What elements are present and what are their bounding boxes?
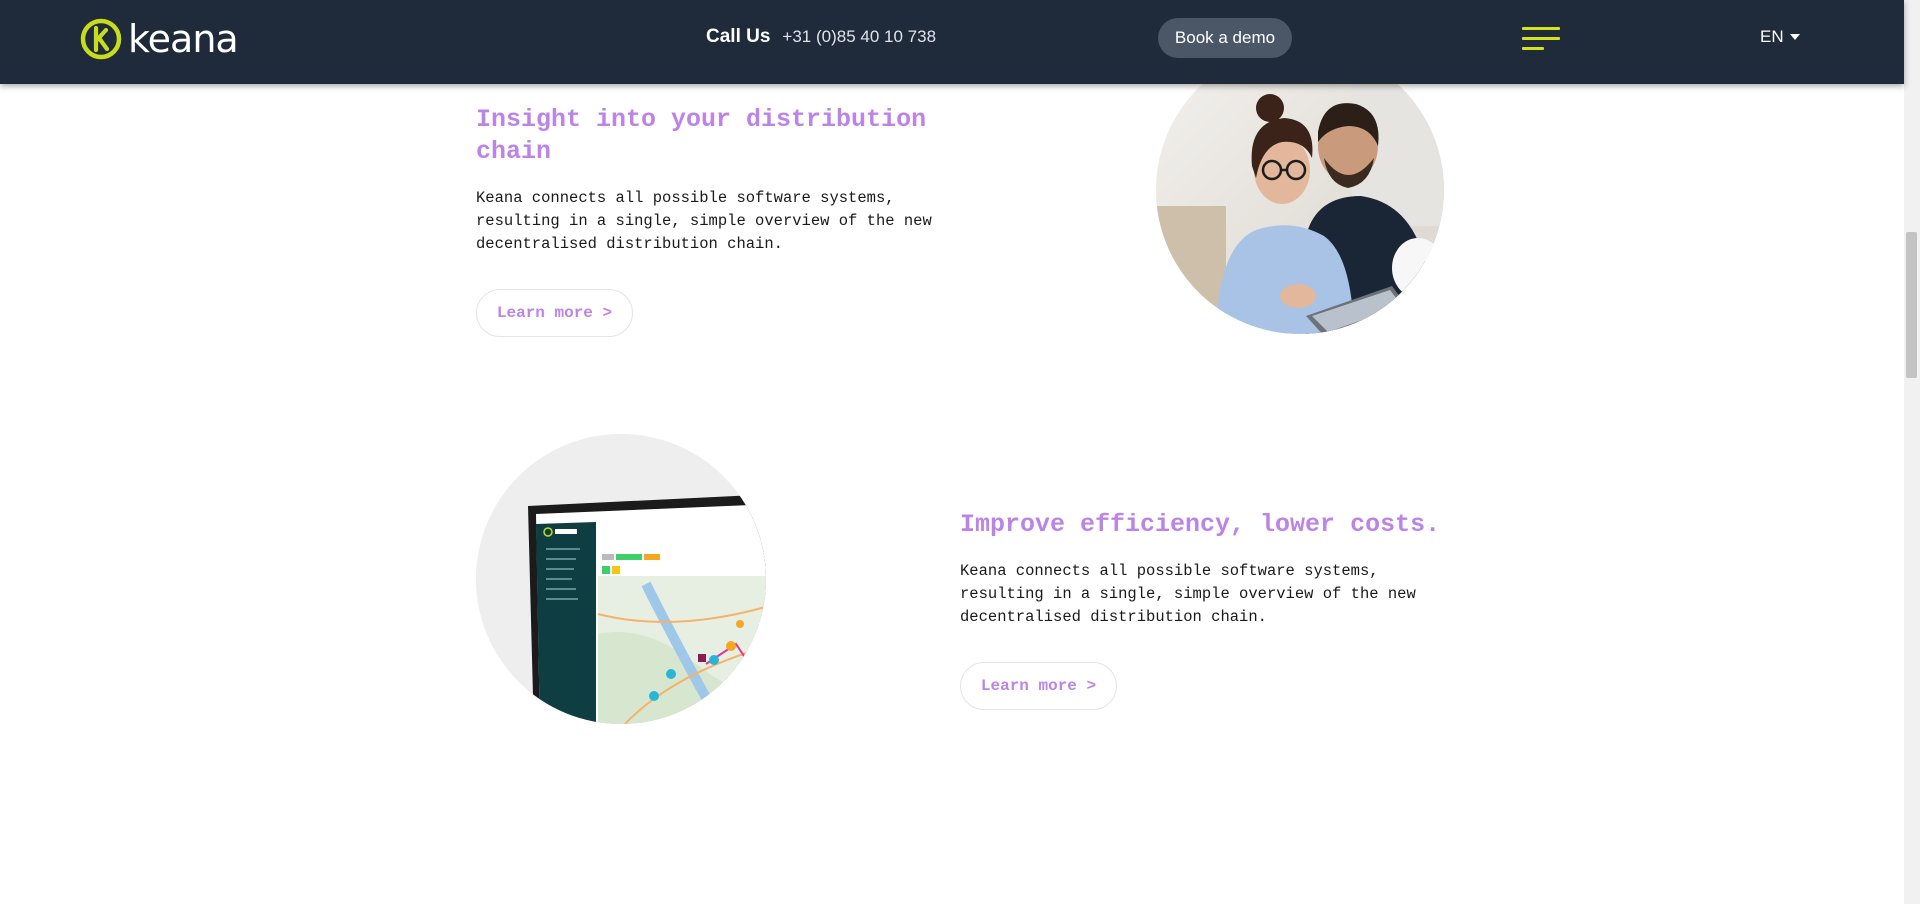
dashboard-laptop-image xyxy=(476,434,766,724)
language-selector[interactable]: EN xyxy=(1760,27,1800,47)
warehouse-staff-photo xyxy=(1156,46,1444,334)
keana-logo-mark-icon xyxy=(80,18,122,60)
site-header: keana Call Us +31 (0)85 40 10 738 Book a… xyxy=(0,0,1904,84)
keana-logo[interactable]: keana xyxy=(80,17,239,61)
chevron-down-icon xyxy=(1789,34,1800,40)
section-2-body: Keana connects all possible software sys… xyxy=(960,562,1416,626)
book-demo-button[interactable]: Book a demo xyxy=(1158,18,1292,58)
section-1-title: Insight into your distribution chain xyxy=(476,105,927,166)
hamburger-menu-icon xyxy=(1522,27,1560,50)
page-scrollbar-track[interactable] xyxy=(1904,0,1920,904)
page-scrollbar-thumb[interactable] xyxy=(1906,232,1917,378)
menu-button[interactable] xyxy=(1522,26,1562,52)
logo-wordmark: keana xyxy=(128,17,239,61)
section-2-learn-more-button[interactable]: Learn more > xyxy=(960,662,1117,710)
section-1-learn-more-button[interactable]: Learn more > xyxy=(476,289,633,337)
call-us-label: Call Us xyxy=(706,26,771,47)
dashboard-map-illustration xyxy=(476,434,766,724)
page: keana Call Us +31 (0)85 40 10 738 Book a… xyxy=(0,0,1920,904)
section-2-title: Improve efficiency, lower costs. xyxy=(960,510,1441,539)
language-label: EN xyxy=(1760,27,1784,46)
section-1-body: Keana connects all possible software sys… xyxy=(476,189,932,253)
warehouse-staff-illustration xyxy=(1156,46,1444,334)
phone-number-link[interactable]: +31 (0)85 40 10 738 xyxy=(782,27,936,47)
call-us: Call Us +31 (0)85 40 10 738 xyxy=(706,26,936,48)
